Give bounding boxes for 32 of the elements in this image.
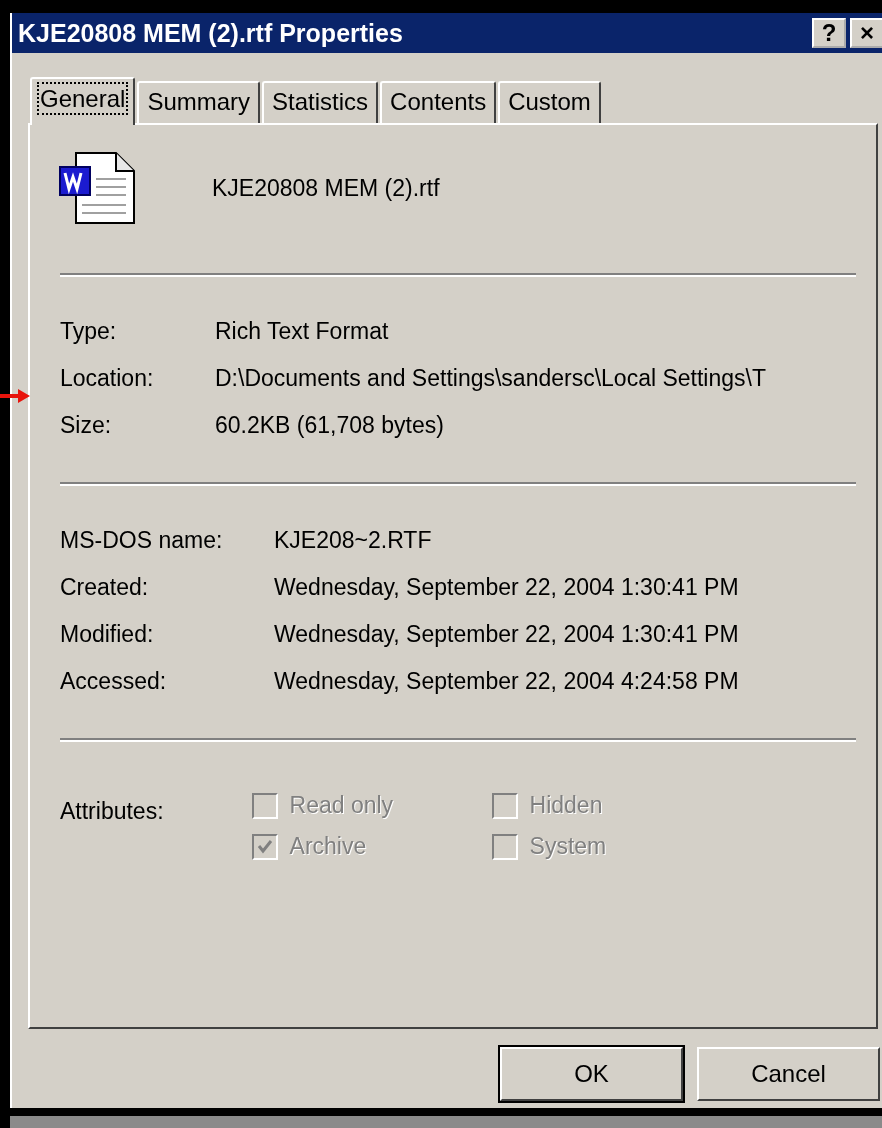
tab[interactable]: Summary <box>137 81 261 123</box>
field-label: Attributes: <box>60 798 164 826</box>
field-value: Wednesday, September 22, 2004 1:30:41 PM <box>274 620 740 649</box>
field-value: Rich Text Format <box>215 317 390 346</box>
field-label: Size: <box>60 411 113 440</box>
checkbox-label: Hidden <box>529 792 603 819</box>
checkbox-label: System <box>529 833 607 860</box>
field-value: 60.2KB (61,708 bytes) <box>215 411 445 440</box>
file-name: KJE20808 MEM (2).rtf <box>212 174 440 202</box>
arrow-icon <box>0 388 30 404</box>
cancel-button[interactable]: Cancel <box>697 1047 880 1101</box>
field-label: MS-DOS name: <box>60 526 224 555</box>
field-label: Created: <box>60 573 150 602</box>
ok-button[interactable]: OK <box>500 1047 683 1101</box>
tab[interactable]: Custom <box>498 81 601 123</box>
field-value: Wednesday, September 22, 2004 1:30:41 PM <box>274 573 740 602</box>
document-icon <box>58 151 138 225</box>
field-label: Accessed: <box>60 667 168 696</box>
close-button[interactable]: × <box>850 18 882 48</box>
window-title: KJE20808 MEM (2).rtf Properties <box>18 18 403 48</box>
tab[interactable]: Contents <box>380 81 497 123</box>
field-value: KJE208~2.RTF <box>274 526 433 555</box>
field-value: D:\Documents and Settings\sandersc\Local Settings\T <box>215 364 767 393</box>
tab[interactable]: General <box>30 77 136 125</box>
checkbox-label: Archive <box>289 833 367 860</box>
field-value: Wednesday, September 22, 2004 4:24:58 PM <box>274 667 740 696</box>
help-button[interactable]: ? <box>812 18 846 48</box>
tab[interactable]: Statistics <box>262 81 379 123</box>
field-label: Type: <box>60 317 118 346</box>
field-label: Modified: <box>60 620 155 649</box>
field-label: Location: <box>60 364 155 393</box>
checkbox-label: Read only <box>289 792 394 819</box>
